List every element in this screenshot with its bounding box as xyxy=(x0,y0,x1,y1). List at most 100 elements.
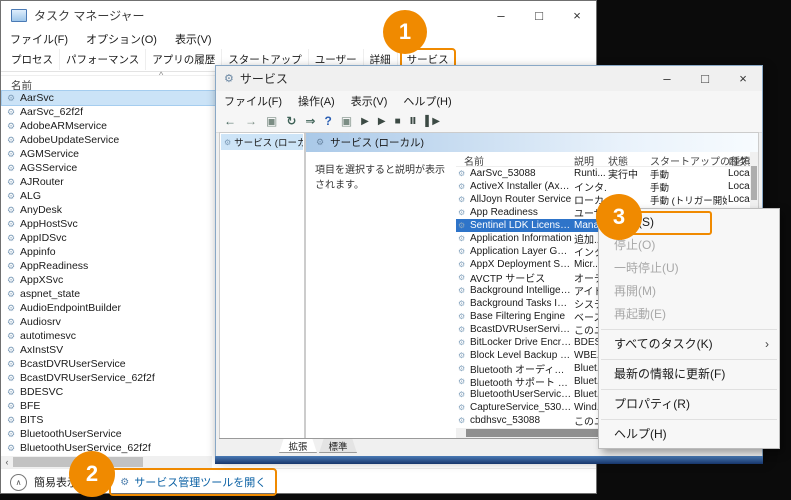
menu-item[interactable]: ファイル(F) xyxy=(224,93,282,109)
service-name: Background Intelligent Tran... xyxy=(470,285,572,296)
gear-icon: ⚙ xyxy=(7,401,20,412)
service-name: BluetoothUserService_53088 xyxy=(470,389,572,400)
refresh-icon[interactable]: ↻ xyxy=(286,114,296,128)
gear-icon: ⚙ xyxy=(7,247,20,258)
minimize-button[interactable]: – xyxy=(648,66,686,91)
name-column-header[interactable]: ^ 名前 xyxy=(1,75,216,92)
open-services-link-highlight: ⚙ サービス管理ツールを開く xyxy=(109,468,277,496)
gear-icon: ⚙ xyxy=(458,221,465,230)
gear-icon: ⚙ xyxy=(458,351,465,360)
menu-item[interactable]: 表示(V) xyxy=(351,93,388,109)
gear-icon: ⚙ xyxy=(7,261,20,272)
service-name: BitLocker Drive Encryption S... xyxy=(470,337,572,348)
gear-icon: ⚙ xyxy=(458,286,465,295)
properties-icon[interactable]: ▣ xyxy=(341,114,352,128)
gear-icon: ⚙ xyxy=(458,169,465,178)
context-menu-item[interactable]: すべてのタスク(K) › xyxy=(599,333,779,356)
context-menu-item[interactable] xyxy=(601,359,777,360)
service-name: BcastDVRUserService_53088 xyxy=(470,324,572,335)
show-console-tree-icon[interactable]: ▣ xyxy=(266,114,277,128)
column-name[interactable]: 名前 xyxy=(464,153,484,168)
context-menu-item[interactable] xyxy=(601,329,777,330)
gear-icon: ⚙ xyxy=(7,303,20,314)
pause-service-icon[interactable]: Ⅱ xyxy=(410,116,417,127)
gear-icon: ⚙ xyxy=(458,182,465,191)
service-name: autotimesvc xyxy=(20,330,76,342)
gear-icon: ⚙ xyxy=(224,138,231,147)
gear-icon: ⚙ xyxy=(7,233,20,244)
view-tab[interactable]: 拡張 xyxy=(279,439,317,453)
services-titlebar: ⚙ サービス – □ × xyxy=(216,66,762,91)
context-menu-item[interactable] xyxy=(601,389,777,390)
submenu-arrow-icon: › xyxy=(765,333,769,356)
service-name: Sentinel LDK License Ma... xyxy=(470,220,572,231)
gear-icon: ⚙ xyxy=(7,177,20,188)
gear-icon: ⚙ xyxy=(7,121,20,132)
service-name: AppX Deployment Service (A... xyxy=(470,259,572,270)
tree-item-services-local[interactable]: ⚙ サービス (ローカル) xyxy=(221,134,303,150)
maximize-button[interactable]: □ xyxy=(686,66,724,91)
menu-item[interactable]: ヘルプ(H) xyxy=(403,93,451,109)
context-menu-item[interactable]: 最新の情報に更新(F) › xyxy=(599,363,779,386)
service-name: AarSvc_53088 xyxy=(470,168,572,179)
menu-item[interactable]: オプション(O) xyxy=(86,31,157,47)
menu-item[interactable]: 操作(A) xyxy=(298,93,335,109)
maximize-button[interactable]: □ xyxy=(520,1,558,30)
close-button[interactable]: × xyxy=(558,1,596,30)
collapse-details-icon[interactable]: ∧ xyxy=(10,474,27,491)
gear-icon: ⚙ xyxy=(7,275,20,286)
gear-icon: ⚙ xyxy=(458,234,465,243)
step-3-callout: 3 xyxy=(596,194,642,240)
service-name: BDESVC xyxy=(20,386,63,398)
help-icon[interactable]: ? xyxy=(324,114,331,128)
stop-service-icon[interactable]: ■ xyxy=(395,116,401,127)
tab[interactable]: アプリの履歴 xyxy=(146,49,222,70)
gear-icon: ⚙ xyxy=(7,359,20,370)
menu-item-label: ヘルプ(H) xyxy=(614,427,667,441)
resume-service-icon[interactable]: ▶ xyxy=(378,116,386,127)
gear-icon: ⚙ xyxy=(120,477,129,488)
sort-ascending-icon: ^ xyxy=(159,70,163,80)
scroll-left-icon[interactable]: ‹ xyxy=(1,457,13,467)
content-header-label: サービス (ローカル) xyxy=(330,135,424,150)
context-menu-item[interactable]: 再開(M) › xyxy=(599,280,779,303)
task-manager-titlebar: タスク マネージャー – □ × xyxy=(1,1,596,30)
gear-icon: ⚙ xyxy=(458,273,465,282)
gear-icon: ⚙ xyxy=(7,205,20,216)
export-list-icon[interactable]: ⇒ xyxy=(305,114,315,128)
open-services-link[interactable]: サービス管理ツールを開く xyxy=(134,474,266,490)
gear-icon: ⚙ xyxy=(7,331,20,342)
restart-service-icon[interactable]: ▌▶ xyxy=(425,116,440,127)
close-button[interactable]: × xyxy=(724,66,762,91)
service-name: Application Layer Gateway S... xyxy=(470,246,572,257)
forward-icon[interactable]: → xyxy=(245,114,257,128)
menu-item[interactable]: 表示(V) xyxy=(175,31,212,47)
service-name: AarSvc_62f2f xyxy=(20,106,83,118)
context-menu-item[interactable]: 一時停止(U) › xyxy=(599,257,779,280)
gear-icon: ⚙ xyxy=(458,377,465,386)
service-context-menu: 開始(S) › 停止(O) › 一時停止(U) › 再開(M) › 再起動(E)… xyxy=(598,208,780,449)
back-icon[interactable]: ← xyxy=(224,114,236,128)
gear-icon: ⚙ xyxy=(458,299,465,308)
services-list-header: ^ 名前 説明 状態 スタートアップの種類 ログオン xyxy=(456,152,750,167)
service-name: ALG xyxy=(20,190,41,202)
tab[interactable]: パフォーマンス xyxy=(60,49,146,70)
context-menu-item[interactable]: ヘルプ(H) › xyxy=(599,423,779,446)
context-menu-item[interactable]: 再起動(E) › xyxy=(599,303,779,326)
gear-icon: ⚙ xyxy=(7,345,20,356)
service-startup-type: 手動 (トリガー開始) xyxy=(650,193,727,207)
step-2-callout: 2 xyxy=(69,451,115,497)
minimize-button[interactable]: – xyxy=(482,1,520,30)
context-menu-item[interactable] xyxy=(601,419,777,420)
context-menu-item[interactable]: プロパティ(R) › xyxy=(599,393,779,416)
column-description[interactable]: 説明 xyxy=(574,153,594,168)
service-description: Runti... xyxy=(574,168,607,179)
tab[interactable]: プロセス xyxy=(5,49,60,70)
scrollbar-thumb[interactable] xyxy=(751,166,757,200)
service-name: Background Tasks Infrastruc... xyxy=(470,298,572,309)
service-name: cbdhsvc_53088 xyxy=(470,415,572,426)
start-service-icon[interactable]: ▶ xyxy=(361,116,369,127)
menu-item[interactable]: ファイル(F) xyxy=(10,31,68,47)
step-1-callout: 1 xyxy=(383,10,427,54)
view-tab[interactable]: 標準 xyxy=(319,439,357,453)
